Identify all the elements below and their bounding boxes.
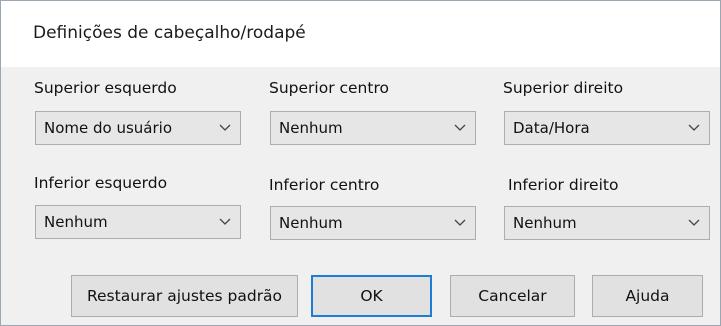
bottom-left-select-value: Nenhum: [44, 213, 108, 231]
top-center-select[interactable]: Nenhum: [270, 111, 476, 145]
dialog-title: Definições de cabeçalho/rodapé: [33, 23, 306, 43]
bottom-center-select[interactable]: Nenhum: [270, 206, 476, 240]
restore-defaults-button[interactable]: Restaurar ajustes padrão: [71, 275, 298, 317]
chevron-down-icon: [219, 218, 231, 225]
bottom-center-label: Inferior centro: [269, 176, 380, 194]
top-left-select[interactable]: Nome do usuário: [35, 111, 241, 145]
bottom-right-label: Inferior direito: [508, 176, 619, 194]
bottom-right-select[interactable]: Nenhum: [504, 206, 710, 240]
bottom-right-select-value: Nenhum: [513, 214, 577, 232]
bottom-center-select-value: Nenhum: [279, 214, 343, 232]
chevron-down-icon: [688, 219, 700, 226]
bottom-left-label: Inferior esquerdo: [34, 174, 168, 192]
chevron-down-icon: [454, 124, 466, 131]
chevron-down-icon: [688, 124, 700, 131]
top-center-select-value: Nenhum: [279, 119, 343, 137]
chevron-down-icon: [454, 219, 466, 226]
chevron-down-icon: [219, 124, 231, 131]
dialog-titlebar: Definições de cabeçalho/rodapé: [1, 1, 720, 67]
top-center-label: Superior centro: [269, 79, 389, 97]
top-left-label: Superior esquerdo: [34, 79, 177, 97]
top-right-label: Superior direito: [503, 79, 624, 97]
top-left-select-value: Nome do usuário: [44, 119, 173, 137]
ok-button[interactable]: OK: [311, 275, 432, 317]
top-right-select-value: Data/Hora: [513, 119, 590, 137]
bottom-left-select[interactable]: Nenhum: [35, 205, 241, 239]
cancel-button[interactable]: Cancelar: [450, 275, 575, 317]
header-footer-settings-dialog: Definições de cabeçalho/rodapé Superior …: [0, 0, 721, 326]
help-button[interactable]: Ajuda: [592, 275, 703, 317]
top-right-select[interactable]: Data/Hora: [504, 111, 710, 145]
